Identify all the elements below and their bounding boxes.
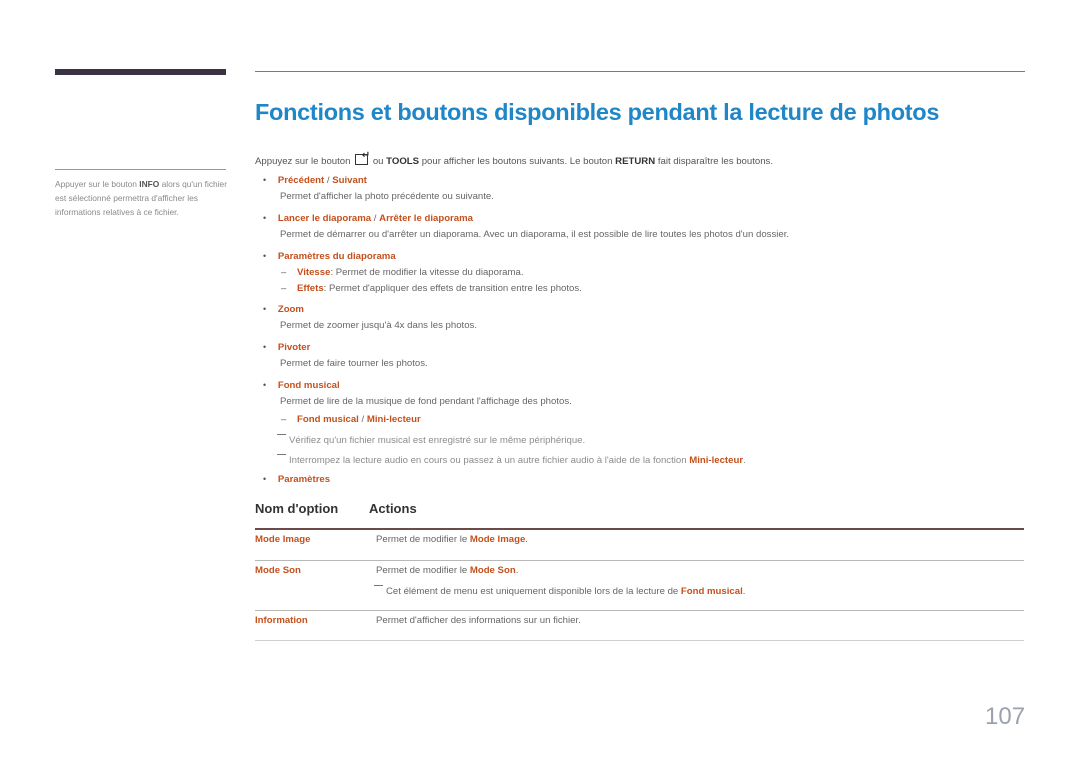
desc-text: . (515, 565, 519, 576)
settings-label: Paramètres (277, 474, 331, 485)
stop-slideshow-label: Arrêter le diaporama (379, 213, 473, 224)
zoom-label: Zoom (277, 304, 304, 315)
note-highlight: Fond musical (680, 586, 743, 597)
table-row-rule (255, 610, 1024, 611)
intro-text: ou (372, 156, 384, 167)
list-item-music: • Fond musical (263, 380, 340, 391)
table-header-option: Nom d'option (255, 501, 339, 516)
note-text: Interrompez la lecture audio en cours ou… (289, 455, 690, 466)
speed-label: Vitesse (297, 267, 331, 278)
mini-player-label: Mini-lecteur (366, 414, 421, 425)
table-bottom-rule (255, 640, 1024, 641)
start-slideshow-label: Lancer le diaporama (277, 213, 372, 224)
bullet: • (263, 342, 267, 352)
option-mode-image: Mode Image (255, 534, 311, 545)
note-text: Cet élément de menu est uniquement dispo… (386, 586, 681, 597)
intro-text: Appuyez sur le bouton (255, 156, 351, 167)
prev-label: Précédent (277, 175, 325, 186)
sidebar-note: Appuyer sur le bouton INFO alors qu'un f… (55, 177, 235, 219)
table-row-rule (255, 560, 1024, 561)
intro-paragraph: Appuyez sur le bouton ou TOOLS pour affi… (255, 150, 774, 167)
music-note-2: Interrompez la lecture audio en cours ou… (277, 454, 746, 466)
music-desc: Permet de lire de la musique de fond pen… (280, 396, 572, 407)
intro-text: fait disparaître les boutons. (657, 156, 774, 167)
list-item-settings: • Paramètres (263, 474, 330, 485)
desc-highlight: Mode Image (469, 534, 526, 545)
desc-text: . (525, 534, 528, 545)
effects-label: Effets (297, 283, 324, 294)
desc-text: Permet de modifier le (376, 534, 470, 545)
table-header-actions: Actions (369, 501, 417, 516)
dash: – (281, 267, 287, 278)
separator: / (371, 213, 380, 224)
bullet: • (263, 175, 267, 185)
enter-icon (355, 150, 370, 165)
effects-desc: : Permet d'appliquer des effets de trans… (323, 283, 582, 294)
sidebar-rule (55, 169, 226, 170)
note-icon (277, 434, 286, 435)
rotate-label: Pivoter (277, 342, 311, 353)
prev-next-desc: Permet d'afficher la photo précédente ou… (280, 191, 494, 202)
info-key-label: INFO (139, 179, 160, 189)
slideshow-settings-label: Paramètres du diaporama (277, 251, 396, 262)
bullet: • (263, 304, 267, 314)
return-key-label: RETURN (615, 156, 656, 167)
speed-desc: : Permet de modifier la vitesse du diapo… (330, 267, 524, 278)
separator: / (358, 414, 367, 425)
note-icon (374, 585, 383, 586)
mini-player-ref: Mini-lecteur (689, 455, 744, 466)
option-mode-image-desc: Permet de modifier le Mode Image. (376, 534, 528, 545)
list-item-zoom: • Zoom (263, 304, 304, 315)
rotate-desc: Permet de faire tourner les photos. (280, 358, 428, 369)
tools-key-label: TOOLS (386, 156, 420, 167)
option-mode-son-note: Cet élément de menu est uniquement dispo… (374, 585, 745, 597)
dash: – (281, 414, 287, 425)
list-item-slideshow: • Lancer le diaporama / Arrêter le diapo… (263, 213, 473, 224)
music-label: Fond musical (277, 380, 340, 391)
note-text: . (743, 455, 746, 466)
music-note-1: Vérifiez qu'un fichier musical est enreg… (277, 434, 585, 446)
page-title: Fonctions et boutons disponibles pendant… (255, 99, 940, 125)
note-text: . (742, 586, 746, 597)
slideshow-desc: Permet de démarrer ou d'arrêter un diapo… (280, 229, 790, 240)
next-label: Suivant (332, 175, 367, 186)
option-mode-son: Mode Son (255, 565, 301, 576)
page-number: 107 (985, 703, 1026, 730)
bullet: • (263, 213, 267, 223)
table-header-rule (255, 528, 1024, 530)
music-sub-label: Fond musical (297, 414, 359, 425)
zoom-desc: Permet de zoomer jusqu'à 4x dans les pho… (280, 320, 478, 331)
desc-text: Permet de modifier le (376, 565, 470, 576)
desc-highlight: Mode Son (469, 565, 516, 576)
intro-text: pour afficher les boutons suivants. Le b… (421, 156, 613, 167)
sub-item-music-player: – Fond musical / Mini-lecteur (281, 414, 421, 425)
note-text: Vérifiez qu'un fichier musical est enreg… (289, 435, 586, 446)
option-mode-son-desc: Permet de modifier le Mode Son. (376, 565, 518, 576)
sidebar-note-text: Appuyer sur le bouton (55, 179, 140, 189)
option-information-desc: Permet d'afficher des informations sur u… (376, 615, 581, 626)
bullet: • (263, 474, 267, 484)
note-icon (277, 454, 286, 455)
bullet: • (263, 380, 267, 390)
sidebar-accent-bar (55, 69, 226, 75)
bullet: • (263, 251, 267, 261)
sub-item-speed: – Vitesse: Permet de modifier la vitesse… (281, 267, 524, 278)
sub-item-effects: – Effets: Permet d'appliquer des effets … (281, 283, 582, 294)
list-item-rotate: • Pivoter (263, 342, 310, 353)
dash: – (281, 283, 287, 294)
option-information: Information (255, 615, 308, 626)
header-rule (255, 71, 1025, 72)
list-item-prev-next: • Précédent / Suivant (263, 175, 367, 186)
list-item-slideshow-settings: • Paramètres du diaporama (263, 251, 396, 262)
